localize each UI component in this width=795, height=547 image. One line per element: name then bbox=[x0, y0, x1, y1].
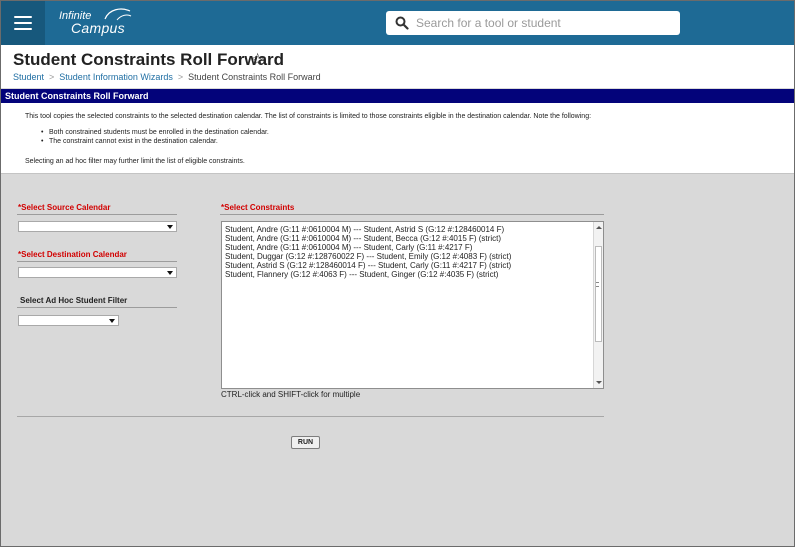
description-notes: Both constrained students must be enroll… bbox=[41, 128, 269, 146]
listbox-scrollbar[interactable] bbox=[593, 222, 603, 388]
adhoc-filter-label: Select Ad Hoc Student Filter bbox=[20, 296, 128, 305]
form-divider bbox=[17, 416, 604, 417]
chevron-right-icon: > bbox=[177, 72, 184, 82]
hamburger-menu-icon[interactable] bbox=[1, 1, 45, 45]
infinite-campus-logo[interactable]: Infinite Campus bbox=[59, 7, 159, 39]
constraint-option[interactable]: Student, Andre (G:11 #:0610004 M) --- St… bbox=[222, 225, 511, 234]
note-item: Both constrained students must be enroll… bbox=[41, 128, 269, 137]
logo-swoosh-icon bbox=[104, 8, 132, 21]
constraints-options: Student, Andre (G:11 #:0610004 M) --- St… bbox=[222, 225, 511, 279]
chevron-right-icon: > bbox=[49, 72, 55, 82]
description-intro: This tool copies the selected constraint… bbox=[25, 113, 592, 120]
chevron-down-icon bbox=[167, 225, 173, 229]
scroll-down-arrow-icon[interactable] bbox=[596, 381, 602, 384]
source-calendar-label: *Select Source Calendar bbox=[18, 203, 111, 212]
breadcrumb-student-information-wizards[interactable]: Student Information Wizards bbox=[59, 72, 173, 82]
scroll-up-arrow-icon[interactable] bbox=[596, 226, 602, 229]
search-input[interactable] bbox=[414, 15, 668, 31]
app-window: Infinite Campus Student Constraints Roll… bbox=[0, 0, 795, 547]
adhoc-filter-select[interactable] bbox=[18, 315, 119, 326]
divider bbox=[17, 307, 177, 308]
breadcrumb-student[interactable]: Student bbox=[13, 72, 44, 82]
star-outline-icon[interactable]: ☆ bbox=[250, 50, 265, 70]
scrollbar-grip-icon bbox=[596, 282, 599, 287]
divider bbox=[220, 214, 604, 215]
description-footer: Selecting an ad hoc filter may further l… bbox=[25, 158, 245, 165]
divider bbox=[17, 261, 177, 262]
breadcrumb-current: Student Constraints Roll Forward bbox=[188, 72, 321, 82]
roll-forward-form: *Select Source Calendar *Select Destinat… bbox=[1, 174, 794, 546]
breadcrumb: Student > Student Information Wizards > Stud… bbox=[13, 72, 321, 82]
destination-calendar-select[interactable] bbox=[18, 267, 177, 278]
run-button[interactable]: RUN bbox=[291, 436, 320, 449]
note-item: The constraint cannot exist in the desti… bbox=[41, 137, 269, 146]
divider bbox=[17, 214, 177, 215]
constraint-option[interactable]: Student, Flannery (G:12 #:4063 F) --- St… bbox=[222, 270, 511, 279]
constraint-option[interactable]: Student, Duggar (G:12 #:128760022 F) ---… bbox=[222, 252, 511, 261]
section-title-band: Student Constraints Roll Forward bbox=[1, 89, 794, 103]
source-calendar-select[interactable] bbox=[18, 221, 177, 232]
constraint-option[interactable]: Student, Astrid S (G:12 #:128460014 F) -… bbox=[222, 261, 511, 270]
scrollbar-thumb[interactable] bbox=[595, 246, 602, 342]
constraints-label: *Select Constraints bbox=[221, 203, 295, 212]
search-icon bbox=[395, 16, 409, 30]
top-bar: Infinite Campus bbox=[1, 1, 794, 45]
chevron-down-icon bbox=[167, 271, 173, 275]
multi-select-hint: CTRL-click and SHIFT-click for multiple bbox=[221, 390, 361, 399]
chevron-down-icon bbox=[109, 319, 115, 323]
tool-description: This tool copies the selected constraint… bbox=[1, 103, 794, 174]
constraint-option[interactable]: Student, Andre (G:11 #:0610004 M) --- St… bbox=[222, 234, 511, 243]
constraint-option[interactable]: Student, Andre (G:11 #:0610004 M) --- St… bbox=[222, 243, 511, 252]
global-search[interactable] bbox=[386, 11, 680, 35]
page-title: Student Constraints Roll Forward bbox=[13, 50, 285, 69]
page-header: Student Constraints Roll Forward ☆ Stude… bbox=[1, 45, 794, 88]
destination-calendar-label: *Select Destination Calendar bbox=[18, 250, 127, 259]
constraints-listbox[interactable]: Student, Andre (G:11 #:0610004 M) --- St… bbox=[221, 221, 604, 389]
